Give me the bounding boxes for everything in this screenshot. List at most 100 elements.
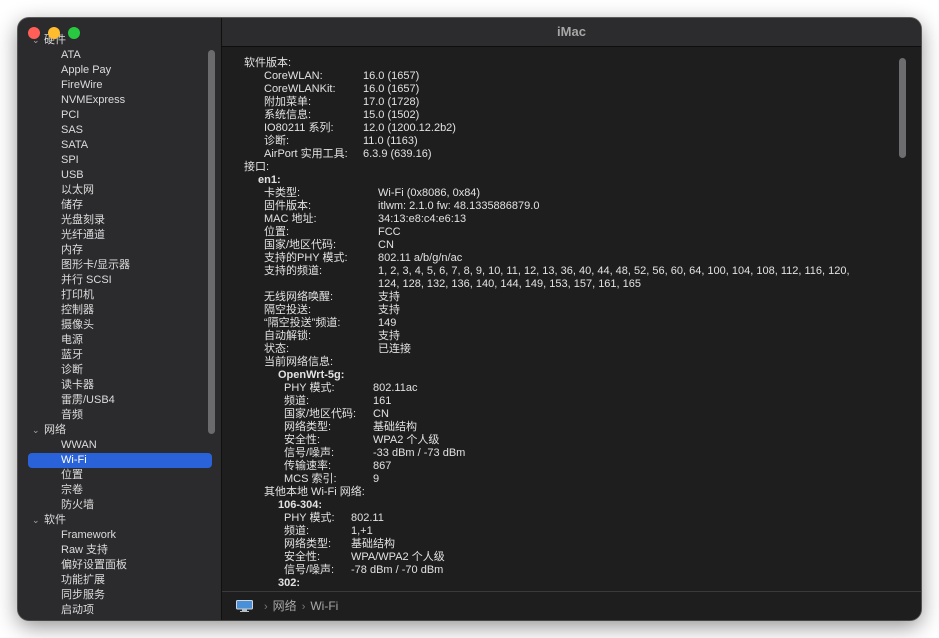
detail-value: WPA/WPA2 个人级: [351, 551, 445, 563]
detail-value: 基础结构: [351, 538, 395, 550]
detail-row: en1:: [222, 174, 921, 187]
sidebar-item-framework[interactable]: Framework: [18, 528, 221, 543]
detail-value: 支持: [378, 330, 400, 342]
window-controls: [28, 27, 80, 39]
sidebar-item-diagnostics[interactable]: 诊断: [18, 363, 221, 378]
detail-key: “隔空投送”频道:: [264, 317, 341, 329]
sidebar-item-bluetooth[interactable]: 蓝牙: [18, 348, 221, 363]
detail-value: 基础结构: [373, 421, 417, 433]
detail-key: 位置:: [264, 226, 290, 238]
detail-key: 频道:: [284, 395, 310, 407]
sidebar-item-thunderbolt-usb4[interactable]: 雷雳/USB4: [18, 393, 221, 408]
sidebar-item-storage[interactable]: 储存: [18, 198, 221, 213]
detail-value: itlwm: 2.1.0 fw: 48.1335886879.0: [378, 200, 540, 212]
detail-row: 安全性: WPA/WPA2 个人级: [222, 551, 921, 564]
sidebar-item-label: 读卡器: [61, 379, 94, 391]
detail-value: 支持: [378, 304, 400, 316]
sidebar: ⌄ 硬件 ATA Apple Pay FireWire NVMExpress PCI SAS S…: [18, 18, 222, 620]
breadcrumb-network[interactable]: 网络: [273, 599, 297, 613]
sidebar-item-label: 功能扩展: [61, 574, 105, 586]
sidebar-item-label: 蓝牙: [61, 349, 83, 361]
sidebar-item-label: SATA: [61, 139, 89, 151]
detail-row: 302:: [222, 577, 921, 590]
detail-key: 软件版本:: [244, 57, 292, 69]
sidebar-item-audio[interactable]: 音频: [18, 408, 221, 423]
sidebar-item-preference-panes[interactable]: 偏好设置面板: [18, 558, 221, 573]
sidebar-item-power[interactable]: 电源: [18, 333, 221, 348]
detail-value: -78 dBm / -70 dBm: [351, 564, 444, 576]
sidebar-item-camera[interactable]: 摄像头: [18, 318, 221, 333]
detail-value: CN: [378, 239, 394, 251]
sidebar-item-pci[interactable]: PCI: [18, 108, 221, 123]
sidebar-item-apple-pay[interactable]: Apple Pay: [18, 63, 221, 78]
detail-value: 1, 2, 3, 4, 5, 6, 7, 8, 9, 10, 11, 12, 1…: [378, 265, 850, 277]
sidebar-item-disc-burning[interactable]: 光盘刻录: [18, 213, 221, 228]
sidebar-item-memory[interactable]: 内存: [18, 243, 221, 258]
sidebar-item-label: WWAN: [61, 439, 97, 451]
breadcrumb: › 网络 › Wi-Fi: [259, 592, 338, 620]
detail-key: 安全性:: [284, 434, 321, 446]
detail-value: 6.3.9 (639.16): [363, 148, 432, 160]
sidebar-item-firewire[interactable]: FireWire: [18, 78, 221, 93]
detail-key: en1:: [258, 174, 281, 186]
detail-row: 附加菜单: 17.0 (1728): [222, 96, 921, 109]
sidebar-item-wwan[interactable]: WWAN: [18, 438, 221, 453]
sidebar-item-card-reader[interactable]: 读卡器: [18, 378, 221, 393]
sidebar-item-label: 宗卷: [61, 484, 83, 496]
sidebar-group-network[interactable]: ⌄ 网络: [18, 423, 221, 438]
sidebar-item-sas[interactable]: SAS: [18, 123, 221, 138]
sidebar-item-nvmexpress[interactable]: NVMExpress: [18, 93, 221, 108]
chevron-down-icon[interactable]: ⌄: [32, 513, 44, 528]
sidebar-item-label: 光纤通道: [61, 229, 105, 241]
detail-scrollbar[interactable]: [899, 58, 906, 158]
detail-key: 卡类型:: [264, 187, 301, 199]
detail-row: 频道: 1,+1: [222, 525, 921, 538]
detail-key: 安全性:: [284, 551, 321, 563]
sidebar-item-wifi[interactable]: Wi-Fi: [28, 453, 212, 468]
detail-value: 9: [373, 473, 380, 485]
sidebar-item-label: 软件: [44, 514, 66, 526]
sidebar-item-locations[interactable]: 位置: [18, 468, 221, 483]
detail-key: AirPort 实用工具:: [264, 148, 348, 160]
sidebar-item-parallel-scsi[interactable]: 并行 SCSI: [18, 273, 221, 288]
chevron-right-icon: ›: [301, 601, 306, 613]
chevron-down-icon[interactable]: ⌄: [32, 423, 44, 438]
detail-row: CoreWLAN: 16.0 (1657): [222, 70, 921, 83]
detail-row: 106-304:: [222, 499, 921, 512]
detail-row: 国家/地区代码: CN: [222, 239, 921, 252]
sidebar-item-spi[interactable]: SPI: [18, 153, 221, 168]
detail-key: 频道:: [284, 525, 310, 537]
sidebar-item-controller[interactable]: 控制器: [18, 303, 221, 318]
sidebar-item-graphics-displays[interactable]: 图形卡/显示器: [18, 258, 221, 273]
sidebar-item-usb[interactable]: USB: [18, 168, 221, 183]
detail-value: 867: [373, 460, 392, 472]
minimize-button[interactable]: [48, 27, 60, 39]
sidebar-item-startup-items[interactable]: 启动项: [18, 603, 221, 618]
sidebar-item-ethernet[interactable]: 以太网: [18, 183, 221, 198]
close-button[interactable]: [28, 27, 40, 39]
detail-row: 无线网络唤醒: 支持: [222, 291, 921, 304]
sidebar-group-software[interactable]: ⌄ 软件: [18, 513, 221, 528]
sidebar-item-printers[interactable]: 打印机: [18, 288, 221, 303]
detail-value: -33 dBm / -73 dBm: [373, 447, 466, 459]
sidebar-item-label: 网络: [44, 424, 66, 436]
sidebar-item-firewall[interactable]: 防火墙: [18, 498, 221, 513]
sidebar-item-extensions[interactable]: 功能扩展: [18, 573, 221, 588]
detail-key: MAC 地址:: [264, 213, 317, 225]
detail-row: 信号/噪声: -33 dBm / -73 dBm: [222, 447, 921, 460]
detail-value: 15.0 (1502): [363, 109, 420, 121]
sidebar-item-label: ATA: [61, 49, 81, 61]
detail-row: 系统信息: 15.0 (1502): [222, 109, 921, 122]
zoom-button[interactable]: [68, 27, 80, 39]
detail-row: 软件版本:: [222, 57, 921, 70]
sidebar-item-fibre-channel[interactable]: 光纤通道: [18, 228, 221, 243]
sidebar-item-sync-services[interactable]: 同步服务: [18, 588, 221, 603]
detail-row: 位置: FCC: [222, 226, 921, 239]
sidebar-item-sata[interactable]: SATA: [18, 138, 221, 153]
sidebar-scrollbar[interactable]: [208, 50, 215, 434]
sidebar-item-raw-support[interactable]: Raw 支持: [18, 543, 221, 558]
sidebar-item-volumes[interactable]: 宗卷: [18, 483, 221, 498]
breadcrumb-wifi[interactable]: Wi-Fi: [310, 599, 338, 613]
detail-key: 诊断:: [264, 135, 290, 147]
sidebar-item-ata[interactable]: ATA: [18, 48, 221, 63]
